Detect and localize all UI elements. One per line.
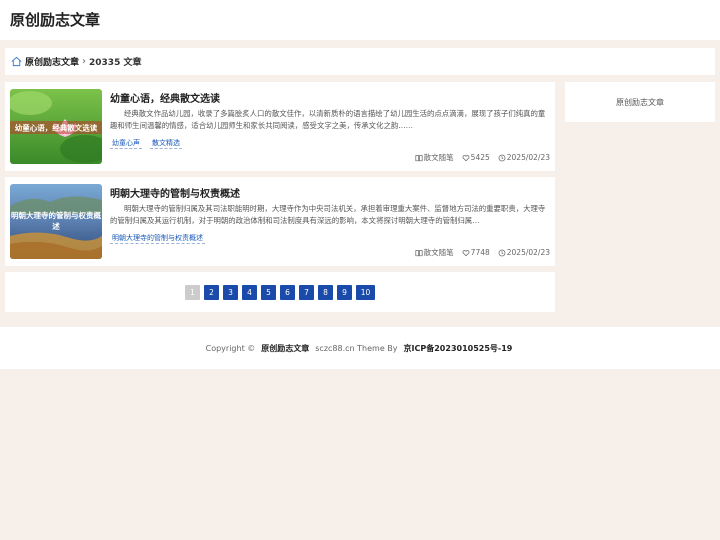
footer-icp-link[interactable]: 京ICP备2023010525号-19 [404,343,513,354]
book-icon [415,249,423,256]
page-link[interactable]: 6 [280,284,295,300]
article-tag[interactable]: 明朝大理寺的管制与权责概述 [110,233,205,244]
article-likes: 7748 [462,248,490,257]
article-excerpt: 经典散文作品幼儿园，收录了多篇脍炙人口的散文佳作，以清新质朴的语言描绘了幼儿园生… [110,109,546,131]
date-text: 2025/02/23 [506,248,550,257]
page-link[interactable]: 3 [223,284,238,300]
article-date: 2025/02/23 [498,248,550,257]
article-title[interactable]: 明朝大理寺的管制与权责概述 [110,185,240,200]
footer-site-link[interactable]: 原创励志文章 [261,343,309,354]
article-meta: 散文随笔 7748 2025/02/23 [407,247,550,258]
heart-icon [462,249,470,256]
article-thumbnail[interactable]: 幼童心语，经典散文选读 [10,89,102,164]
category-label: 散文随笔 [423,153,454,162]
thumbnail-caption-line2: 述 [52,221,60,231]
article-card: 明朝大理寺的管制与权责概 述 明朝大理寺的管制与权责概述 明朝大理寺的管制归属及… [5,177,555,266]
site-header: 原创励志文章 [0,0,720,40]
sidebar-title[interactable]: 原创励志文章 [616,97,664,108]
article-excerpt: 明朝大理寺的管制归属及其司法职能明时期，大理寺作为中央司法机关，承担着审理重大案… [110,204,546,226]
likes-count: 7748 [470,248,490,257]
pagination: 1 2 3 4 5 6 7 8 9 10 [5,272,555,312]
chevron-right-icon: › [82,56,87,67]
thumbnail-caption: 明朝大理寺的管制与权责概 [11,210,101,220]
article-category[interactable]: 散文随笔 [415,152,454,163]
thumbnail-caption: 幼童心语，经典散文选读 [15,123,98,133]
footer-copyright: Copyright © [205,343,256,353]
date-text: 2025/02/23 [506,153,550,162]
page-link[interactable]: 2 [204,284,219,300]
sidebar-widget: 原创励志文章 [565,82,715,122]
article-count: 20335 文章 [89,58,142,68]
article-meta: 散文随笔 5425 2025/02/23 [407,152,550,163]
article-tag[interactable]: 散文精选 [150,138,182,149]
lotus-image-icon: 幼童心语，经典散文选读 [10,89,102,164]
likes-count: 5425 [470,153,490,162]
home-icon[interactable] [11,56,22,67]
clock-icon [498,249,506,256]
site-title[interactable]: 原创励志文章 [10,9,100,30]
article-tag[interactable]: 幼童心声 [110,138,142,149]
article-tags: 幼童心声 散文精选 [110,138,190,149]
page-link-current[interactable]: 1 [185,284,200,300]
category-label: 散文随笔 [423,248,454,257]
article-tags: 明朝大理寺的管制与权责概述 [110,233,213,244]
heart-icon [462,154,470,161]
article-category[interactable]: 散文随笔 [415,247,454,258]
page-link[interactable]: 7 [299,284,314,300]
breadcrumb: 原创励志文章 › 20335 文章 [5,48,715,75]
article-card: 幼童心语，经典散文选读 幼童心语，经典散文选读 经典散文作品幼儿园，收录了多篇脍… [5,82,555,171]
article-thumbnail[interactable]: 明朝大理寺的管制与权责概 述 [10,184,102,259]
mountain-image-icon: 明朝大理寺的管制与权责概 述 [10,184,102,259]
article-title[interactable]: 幼童心语，经典散文选读 [110,90,220,105]
book-icon [415,154,423,161]
page-link[interactable]: 5 [261,284,276,300]
site-footer: Copyright © 原创励志文章 sczc88.cn Theme By 京I… [0,327,720,369]
page-link[interactable]: 10 [356,284,375,300]
article-likes: 5425 [462,153,490,162]
page-link[interactable]: 8 [318,284,333,300]
breadcrumb-home-link[interactable]: 原创励志文章 [25,55,79,68]
page-link[interactable]: 9 [337,284,352,300]
clock-icon [498,154,506,161]
footer-theme: sczc88.cn Theme By [315,343,398,353]
article-date: 2025/02/23 [498,153,550,162]
page-link[interactable]: 4 [242,284,257,300]
